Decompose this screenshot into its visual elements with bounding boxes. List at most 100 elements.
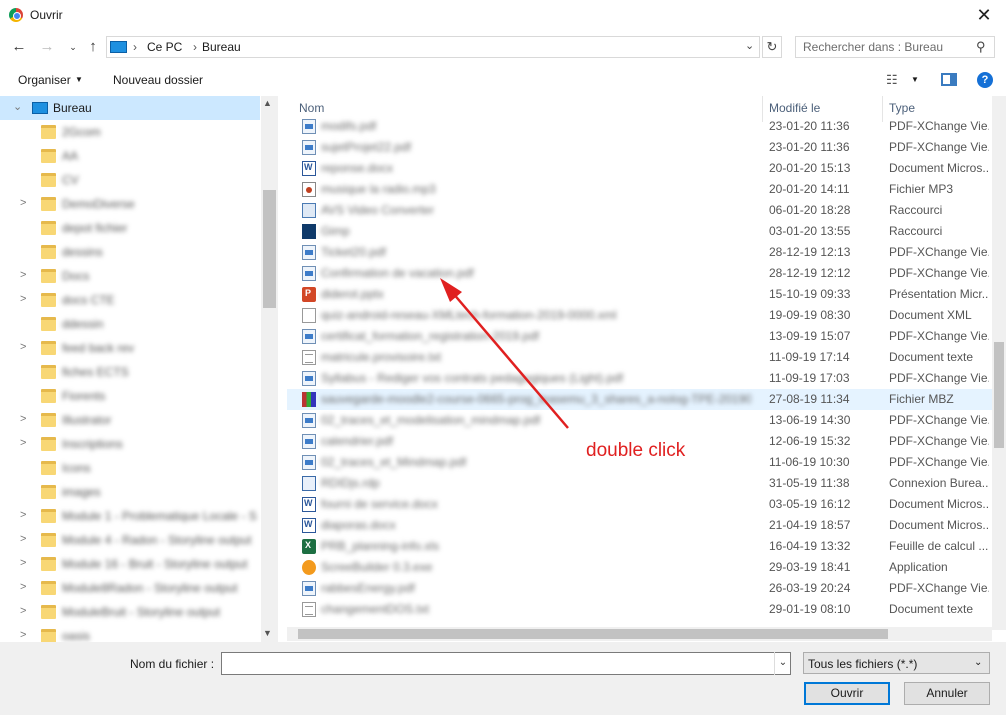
- file-row[interactable]: Ticket20.pdf 28-12-19 12:13 PDF-XChange Vi…: [287, 242, 992, 263]
- open-button[interactable]: Ouvrir: [804, 682, 890, 705]
- tree-item[interactable]: depot fichier: [0, 216, 260, 240]
- cancel-button[interactable]: Annuler: [904, 682, 990, 705]
- tree-item[interactable]: > DemoDiverse: [0, 192, 260, 216]
- refresh-icon[interactable]: ↻: [762, 36, 782, 58]
- tree-item[interactable]: dessins: [0, 240, 260, 264]
- file-row[interactable]: changementDOS.txt 29-01-19 08:10 Document …: [287, 599, 992, 620]
- organiser-button[interactable]: Organiser: [18, 73, 71, 87]
- file-row[interactable]: PRB_planning-info.xls 16-04-19 13:32 Feuil…: [287, 536, 992, 557]
- tree-item[interactable]: > Module8Radon - Storyline output: [0, 576, 260, 600]
- file-list-scrollbar-thumb[interactable]: [994, 342, 1004, 448]
- file-row[interactable]: modifs.pdf 23-01-20 11:36 PDF-XChange Vie.…: [287, 116, 992, 137]
- search-icon[interactable]: ⚲: [976, 39, 986, 55]
- tree-item[interactable]: > Inscriptions: [0, 432, 260, 456]
- tree-item[interactable]: > oasis: [0, 624, 260, 642]
- file-row[interactable]: matricule.provisoire.txt 11-09-19 17:14 Do…: [287, 347, 992, 368]
- expand-chevron-icon[interactable]: >: [20, 629, 26, 641]
- tree-item-bureau[interactable]: ⌄ Bureau: [0, 96, 260, 120]
- view-options-icon[interactable]: ☷: [886, 72, 902, 87]
- expanded-chevron-icon[interactable]: ⌄: [13, 100, 22, 113]
- recent-locations-chevron-icon[interactable]: ⌄: [64, 38, 82, 56]
- column-header-name[interactable]: Nom: [299, 101, 324, 115]
- address-bar[interactable]: › Ce PC › Bureau ⌄: [106, 36, 760, 58]
- tree-item[interactable]: AA: [0, 144, 260, 168]
- file-row[interactable]: diaporas.docx 21-04-19 18:57 Document Micr…: [287, 515, 992, 536]
- chevron-down-icon[interactable]: ⌄: [745, 39, 754, 52]
- preview-pane-icon[interactable]: [941, 73, 957, 86]
- tree-item[interactable]: Fiorents: [0, 384, 260, 408]
- expand-chevron-icon[interactable]: >: [20, 605, 26, 617]
- caret-down-icon[interactable]: ▼: [75, 75, 83, 84]
- close-icon[interactable]: ✕: [968, 3, 1000, 27]
- expand-chevron-icon[interactable]: >: [20, 533, 26, 545]
- chevron-down-icon[interactable]: ⌄: [774, 652, 791, 675]
- up-icon[interactable]: ↑: [84, 38, 102, 56]
- search-input[interactable]: Rechercher dans : Bureau ⚲: [795, 36, 995, 58]
- file-row[interactable]: certificat_formation_registration-2019.p…: [287, 326, 992, 347]
- tree-item[interactable]: images: [0, 480, 260, 504]
- file-modified-date: 11-09-19 17:03: [769, 371, 850, 385]
- tree-item[interactable]: CV: [0, 168, 260, 192]
- tree-item[interactable]: > ModuleBruit - Storyline output: [0, 600, 260, 624]
- file-row[interactable]: Syllabus - Rediger vos contrats pedagogi…: [287, 368, 992, 389]
- file-row[interactable]: Confirmation de vacation.pdf 28-12-19 12:…: [287, 263, 992, 284]
- expand-chevron-icon[interactable]: >: [20, 581, 26, 593]
- file-row[interactable]: diderot.pptx 15-10-19 09:33 Présentation M…: [287, 284, 992, 305]
- file-type-filter[interactable]: Tous les fichiers (*.*) ⌄: [803, 652, 990, 674]
- new-folder-button[interactable]: Nouveau dossier: [113, 73, 203, 87]
- tree-item[interactable]: > Docs: [0, 264, 260, 288]
- caret-down-icon[interactable]: ▼: [911, 75, 919, 84]
- file-row[interactable]: musique la radio.mp3 20-01-20 14:11 Fichie…: [287, 179, 992, 200]
- filename-input[interactable]: [221, 652, 791, 675]
- file-row[interactable]: sujetProjet22.pdf 23-01-20 11:36 PDF-XChan…: [287, 137, 992, 158]
- breadcrumb-separator-icon[interactable]: ›: [133, 40, 137, 54]
- help-icon[interactable]: ?: [977, 72, 993, 88]
- column-header-type[interactable]: Type: [889, 101, 915, 115]
- horizontal-scrollbar-thumb[interactable]: [298, 629, 888, 639]
- tree-item[interactable]: > Module 1 - Problematique Locale - S: [0, 504, 260, 528]
- tree-item[interactable]: Icons: [0, 456, 260, 480]
- breadcrumb-bureau[interactable]: Bureau: [202, 40, 241, 54]
- tree-item[interactable]: > feed back rev: [0, 336, 260, 360]
- expand-chevron-icon[interactable]: >: [20, 437, 26, 449]
- file-modified-date: 23-01-20 11:36: [769, 119, 850, 133]
- tree-item[interactable]: > Module 4 - Radon - Storyline output: [0, 528, 260, 552]
- file-row[interactable]: RDIDjs.rdp 31-05-19 11:38 Connexion Burea.…: [287, 473, 992, 494]
- expand-chevron-icon[interactable]: >: [20, 197, 26, 209]
- file-row[interactable]: reponse.docx 20-01-20 15:13 Document Micro…: [287, 158, 992, 179]
- file-row[interactable]: fourni de service.docx 03-05-19 16:12 Docu…: [287, 494, 992, 515]
- scroll-up-icon[interactable]: ▲: [263, 98, 272, 108]
- file-row[interactable]: Gimp 03-01-20 13:55 Raccourci: [287, 221, 992, 242]
- scroll-down-icon[interactable]: ▼: [263, 628, 272, 638]
- file-row[interactable]: ScreeBuilder 0.3.exe 29-03-19 18:41 Applic…: [287, 557, 992, 578]
- forward-icon[interactable]: →: [38, 38, 56, 56]
- tree-item[interactable]: > docs CTE: [0, 288, 260, 312]
- tree-item[interactable]: > Module 16 - Bruit - Storyline output: [0, 552, 260, 576]
- expand-chevron-icon[interactable]: >: [20, 413, 26, 425]
- breadcrumb-separator-icon[interactable]: ›: [193, 40, 197, 54]
- file-list[interactable]: Nom Modifié le Type modifs.pdf 23-01-20 1…: [287, 96, 1006, 642]
- file-row[interactable]: 02_traces_et_modelisation_mindmap.pdf 13-…: [287, 410, 992, 431]
- file-row[interactable]: sauvegarde-moodle2-course-0665-prog_leas…: [287, 389, 992, 410]
- tree-scrollbar[interactable]: [261, 96, 278, 642]
- tree-item[interactable]: > Illustrator: [0, 408, 260, 432]
- breadcrumb-ce-pc[interactable]: Ce PC: [147, 40, 182, 54]
- file-modified-date: 20-01-20 15:13: [769, 161, 851, 175]
- column-header-modified[interactable]: Modifié le: [769, 101, 820, 115]
- expand-chevron-icon[interactable]: >: [20, 509, 26, 521]
- navigation-pane[interactable]: ⌄ Bureau 2Gcom AA CV > DemoDiverse depot fich…: [0, 96, 278, 642]
- tree-scrollbar-thumb[interactable]: [263, 190, 276, 308]
- file-row[interactable]: rabbesEnergy.pdf 26-03-19 20:24 PDF-XChang…: [287, 578, 992, 599]
- chevron-down-icon[interactable]: ⌄: [974, 657, 982, 668]
- back-icon[interactable]: ←: [10, 38, 28, 56]
- tree-item[interactable]: fiches ECTS: [0, 360, 260, 384]
- file-row[interactable]: AVS Video Converter 06-01-20 18:28 Raccour…: [287, 200, 992, 221]
- file-row[interactable]: quiz-android-reseau-XMLtech-formation-20…: [287, 305, 992, 326]
- expand-chevron-icon[interactable]: >: [20, 293, 26, 305]
- expand-chevron-icon[interactable]: >: [20, 557, 26, 569]
- tree-item[interactable]: 2Gcom: [0, 120, 260, 144]
- tree-item[interactable]: ddessin: [0, 312, 260, 336]
- expand-chevron-icon[interactable]: >: [20, 269, 26, 281]
- expand-chevron-icon[interactable]: >: [20, 341, 26, 353]
- tree-item-label: Module 16 - Bruit - Storyline output: [62, 557, 248, 571]
